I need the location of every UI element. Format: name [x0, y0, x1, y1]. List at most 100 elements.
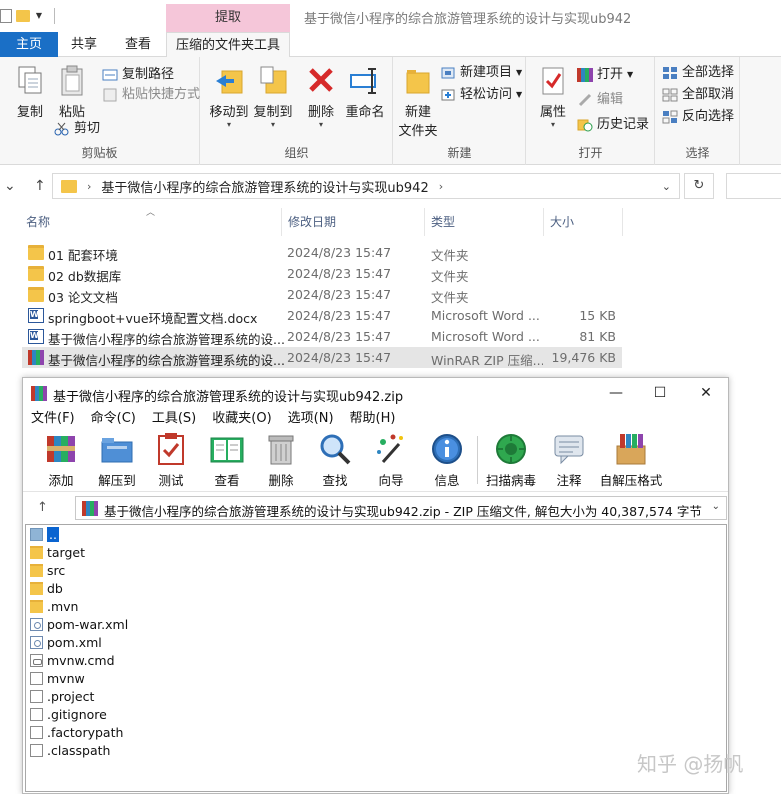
refresh-icon[interactable]: ↻	[684, 173, 714, 199]
new-folder-button[interactable]: 新建 文件夹	[396, 65, 440, 139]
list-item[interactable]: .gitignore	[30, 705, 107, 723]
list-item[interactable]: mvnw	[30, 669, 85, 687]
delete-archive-button[interactable]: 删除	[255, 432, 307, 489]
tab-view[interactable]: 查看	[118, 32, 158, 57]
easy-access-button[interactable]: 轻松访问 ▼	[440, 85, 522, 105]
new-item-button[interactable]: 新建项目 ▼	[440, 63, 522, 83]
tab-home[interactable]: 主页	[0, 32, 58, 57]
find-button[interactable]: 查找	[309, 432, 361, 489]
edit-button[interactable]: 编辑	[577, 90, 623, 110]
address-path[interactable]: 基于微信小程序的综合旅游管理系统的设计与实现ub942	[101, 177, 428, 196]
list-item[interactable]: .factorypath	[30, 723, 123, 741]
list-item[interactable]: .mvn	[30, 597, 78, 615]
column-name[interactable]: 名称	[20, 208, 282, 236]
column-date-modified[interactable]: 修改日期	[282, 208, 425, 236]
add-button[interactable]: 添加	[35, 432, 87, 489]
select-none-label: 全部取消	[682, 87, 735, 102]
tab-compressed-folder-tools[interactable]: 压缩的文件夹工具	[166, 32, 290, 57]
file-row-selected[interactable]: 基于微信小程序的综合旅游管理系统的设... 2024/8/23 15:47 Wi…	[22, 347, 622, 368]
list-item[interactable]: .classpath	[30, 741, 110, 759]
view-button[interactable]: 查看	[201, 432, 253, 489]
maximize-icon[interactable]: ☐	[645, 383, 675, 403]
select-none-button[interactable]: 全部取消	[662, 85, 734, 105]
paste-button[interactable]: 粘贴	[52, 65, 92, 120]
address-dropdown-icon[interactable]: ⌄	[662, 180, 671, 193]
sfx-button[interactable]: 自解压格式	[599, 432, 663, 489]
view-label: 查看	[214, 473, 240, 488]
winrar-title: 基于微信小程序的综合旅游管理系统的设计与实现ub942.zip	[53, 390, 404, 405]
history-button[interactable]: 历史记录	[577, 115, 649, 135]
select-none-icon	[662, 88, 678, 102]
file-row[interactable]: 基于微信小程序的综合旅游管理系统的设... 2024/8/23 15:47 Mi…	[22, 326, 622, 347]
file-row[interactable]: 01 配套环境 2024/8/23 15:47 文件夹	[22, 242, 622, 263]
list-item[interactable]: db	[30, 579, 63, 597]
open-button[interactable]: 打开 ▼	[577, 65, 633, 85]
winrar-path-box[interactable]: 基于微信小程序的综合旅游管理系统的设计与实现ub942.zip - ZIP 压缩…	[75, 496, 727, 520]
file-icon	[30, 725, 43, 739]
search-input[interactable]	[726, 173, 781, 199]
move-to-button[interactable]: 移动到 ▾	[207, 65, 251, 129]
select-group: 全部选择 全部取消 反向选择 选择	[656, 57, 740, 165]
file-row[interactable]: 02 db数据库 2024/8/23 15:47 文件夹	[22, 263, 622, 284]
menu-commands[interactable]: 命令(C)	[83, 408, 144, 430]
invert-selection-button[interactable]: 反向选择	[662, 107, 734, 127]
list-item[interactable]: mvnw.cmd	[30, 651, 115, 669]
file-icon	[30, 671, 43, 685]
file-row[interactable]: 03 论文文档 2024/8/23 15:47 文件夹	[22, 284, 622, 305]
file-name: springboot+vue环境配置文档.docx	[48, 311, 258, 326]
entry-name: .gitignore	[47, 706, 107, 722]
address-box[interactable]: › 基于微信小程序的综合旅游管理系统的设计与实现ub942 › ⌄	[52, 173, 680, 199]
copy-path-button[interactable]: 复制路径	[102, 65, 174, 85]
properties-button[interactable]: 属性 ▾	[535, 65, 571, 129]
folder-icon	[28, 266, 44, 281]
tab-share[interactable]: 共享	[62, 32, 106, 57]
winrar-file-list: .. target src db .mvn pom-war.xml pom.xm…	[25, 524, 727, 792]
comment-button[interactable]: 注释	[543, 432, 595, 489]
breadcrumb-chevron-icon[interactable]: ›	[87, 180, 91, 193]
new-group-label: 新建	[447, 146, 472, 160]
list-item[interactable]: pom.xml	[30, 633, 102, 651]
xml-file-icon	[30, 617, 43, 631]
extract-to-button[interactable]: 解压到	[91, 432, 143, 489]
scan-virus-button[interactable]: 扫描病毒	[483, 432, 539, 489]
rename-button[interactable]: 重命名	[341, 65, 389, 120]
path-dropdown-icon[interactable]: ⌄	[712, 501, 720, 512]
menu-help[interactable]: 帮助(H)	[342, 408, 404, 430]
wizard-button[interactable]: 向导	[365, 432, 417, 489]
column-size[interactable]: 大小	[544, 208, 623, 236]
file-row[interactable]: springboot+vue环境配置文档.docx 2024/8/23 15:4…	[22, 305, 622, 326]
menu-file[interactable]: 文件(F)	[23, 408, 83, 430]
rar-archive-icon	[28, 350, 44, 365]
delete-button[interactable]: 删除 ▾	[303, 65, 339, 129]
list-item[interactable]: pom-war.xml	[30, 615, 128, 633]
list-item[interactable]: ..	[30, 525, 59, 543]
list-item[interactable]: target	[30, 543, 85, 561]
recent-locations-icon[interactable]: ⌄	[4, 178, 16, 194]
copy-button[interactable]: 复制	[10, 65, 50, 120]
select-all-button[interactable]: 全部选择	[662, 63, 734, 83]
test-button[interactable]: 测试	[145, 432, 197, 489]
breadcrumb-chevron-icon-2[interactable]: ›	[439, 180, 443, 193]
properties-qat-icon[interactable]	[0, 9, 12, 23]
menu-tools[interactable]: 工具(S)	[144, 408, 204, 430]
word-doc-icon	[28, 308, 44, 323]
properties-dropdown-icon: ▾	[550, 120, 555, 129]
list-item[interactable]: .project	[30, 687, 94, 705]
new-folder-qat-icon[interactable]	[16, 10, 30, 22]
minimize-icon[interactable]: —	[601, 383, 631, 403]
paste-shortcut-button[interactable]: 粘贴快捷方式	[102, 85, 200, 105]
menu-favorites[interactable]: 收藏夹(O)	[204, 408, 279, 430]
scissors-icon	[54, 122, 70, 136]
cut-button[interactable]: 剪切	[54, 119, 100, 139]
close-icon[interactable]: ✕	[691, 383, 721, 403]
copy-to-button[interactable]: 复制到 ▾	[251, 65, 295, 129]
qat-dropdown-icon[interactable]: ▼	[34, 9, 44, 23]
list-item[interactable]: src	[30, 561, 65, 579]
menu-options[interactable]: 选项(N)	[280, 408, 342, 430]
up-folder-icon[interactable]: ↑	[37, 500, 48, 515]
up-arrow-icon[interactable]: ↑	[34, 178, 46, 194]
comment-label: 注释	[556, 473, 582, 488]
column-type[interactable]: 类型	[425, 208, 544, 236]
edit-label: 编辑	[597, 92, 624, 107]
info-button[interactable]: 信息	[421, 432, 473, 489]
